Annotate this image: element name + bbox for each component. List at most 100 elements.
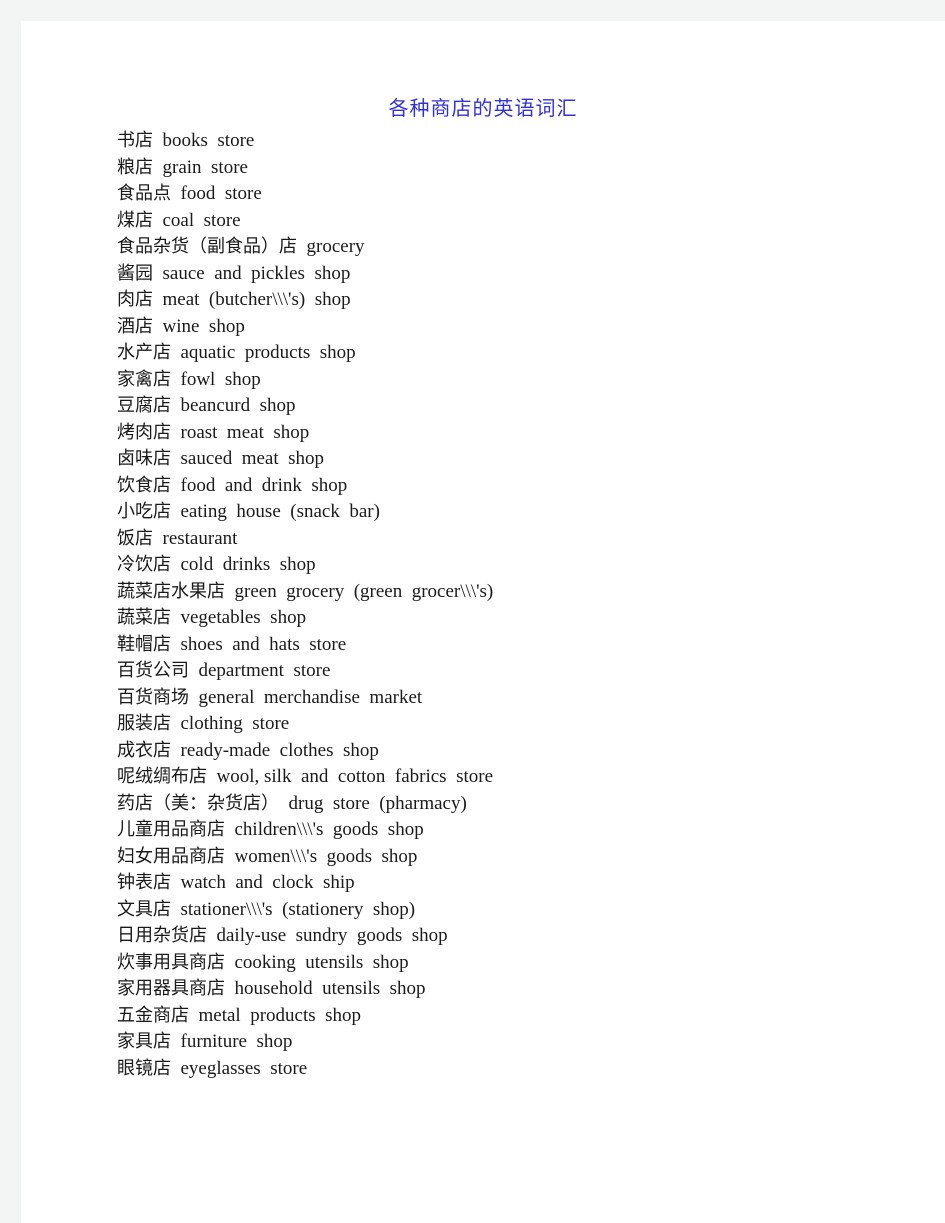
vocab-entry-chinese: 小吃店 xyxy=(117,501,171,522)
vocab-entry-english: general merchandise market xyxy=(198,686,423,708)
vocab-entry: 日用杂货店 daily-use sundry goods shop xyxy=(117,923,917,950)
vocab-entry: 粮店 grain store xyxy=(117,155,917,182)
vocab-entry: 冷饮店 cold drinks shop xyxy=(117,552,917,579)
vocab-entry: 食品杂货（副食品）店 grocery xyxy=(117,234,917,261)
vocab-entry-chinese: 炊事用具商店 xyxy=(117,951,225,973)
vocab-entry-chinese: 妇女用品商店 xyxy=(117,845,225,867)
vocab-entry: 成衣店 ready-made clothes shop xyxy=(117,738,917,765)
vocab-entry-english: ready-made clothes shop xyxy=(180,739,379,761)
vocab-entry-english: department store xyxy=(198,660,331,681)
vocab-entry-chinese: 日用杂货店 xyxy=(117,925,207,946)
vocab-entry-chinese: 家具店 xyxy=(117,1031,171,1052)
vocab-entry-chinese: 食品杂货（副食品）店 xyxy=(117,236,297,257)
vocab-entry-english: cooking utensils shop xyxy=(234,951,409,973)
vocab-entry-chinese: 百货公司 xyxy=(117,660,189,681)
vocab-entry-chinese: 成衣店 xyxy=(117,739,171,761)
vocab-entry: 烤肉店 roast meat shop xyxy=(117,420,917,447)
vocab-entry-english: watch and clock ship xyxy=(180,872,355,893)
vocab-entry-english: grocery xyxy=(306,236,365,257)
vocab-entry-chinese: 眼镜店 xyxy=(117,1057,171,1079)
vocab-entry: 豆腐店 beancurd shop xyxy=(117,393,917,420)
vocab-entry: 妇女用品商店 women\\\'s goods shop xyxy=(117,844,917,871)
vocab-entry: 儿童用品商店 children\\\'s goods shop xyxy=(117,817,917,844)
vocab-entry-chinese: 儿童用品商店 xyxy=(117,819,225,840)
vocab-entry: 饮食店 food and drink shop xyxy=(117,473,917,500)
vocab-entry: 蔬菜店水果店 green grocery (green grocer\\\'s) xyxy=(117,579,917,606)
vocab-entry-chinese: 蔬菜店 xyxy=(117,607,171,628)
vocab-entry-chinese: 鞋帽店 xyxy=(117,633,171,655)
vocab-entry-english: clothing store xyxy=(180,713,290,734)
vocab-entry-english: eyeglasses store xyxy=(180,1057,308,1079)
vocab-entry-chinese: 烤肉店 xyxy=(117,421,171,443)
vocab-entry-chinese: 家用器具商店 xyxy=(117,978,225,999)
vocab-entry-chinese: 蔬菜店水果店 xyxy=(117,580,225,602)
vocab-entry-chinese: 饭店 xyxy=(117,527,153,549)
vocab-entry: 蔬菜店 vegetables shop xyxy=(117,605,917,632)
page-title: 各种商店的英语词汇 xyxy=(388,98,578,120)
vocab-entry-english: fowl shop xyxy=(180,368,261,390)
vocab-entry: 炊事用具商店 cooking utensils shop xyxy=(117,950,917,977)
vocab-entry: 酱园 sauce and pickles shop xyxy=(117,261,917,288)
vocab-entry: 家用器具商店 household utensils shop xyxy=(117,976,917,1003)
vocab-entry-chinese: 卤味店 xyxy=(117,448,171,469)
vocab-entry: 呢绒绸布店 wool, silk and cotton fabrics stor… xyxy=(117,764,917,791)
vocab-entry: 文具店 stationer\\\'s (stationery shop) xyxy=(117,897,917,924)
vocab-entry-chinese: 呢绒绸布店 xyxy=(117,766,207,787)
vocab-entry-english: food and drink shop xyxy=(180,474,348,496)
vocab-entry-english: food store xyxy=(180,183,262,204)
vocab-entry-chinese: 书店 xyxy=(117,130,153,151)
vocab-entry-english: books store xyxy=(162,130,255,151)
vocab-entry-chinese: 钟表店 xyxy=(117,872,171,893)
vocab-entry: 酒店 wine shop xyxy=(117,314,917,341)
vocab-entry-chinese: 冷饮店 xyxy=(117,554,171,575)
vocab-entry: 肉店 meat (butcher\\\'s) shop xyxy=(117,287,917,314)
vocab-entry-chinese: 煤店 xyxy=(117,209,153,231)
vocab-entry-english: beancurd shop xyxy=(180,395,296,416)
vocab-entry-chinese: 家禽店 xyxy=(117,368,171,390)
vocab-entry-chinese: 药店（美：杂货店） xyxy=(117,792,279,814)
vocab-entry-english: drug store (pharmacy) xyxy=(288,792,467,814)
vocab-entry-english: stationer\\\'s (stationery shop) xyxy=(180,898,416,920)
vocab-entry-chinese: 酒店 xyxy=(117,315,153,337)
vocab-entry: 书店 books store xyxy=(117,128,917,155)
vocab-entry-english: sauced meat shop xyxy=(180,448,325,469)
vocab-entry-chinese: 服装店 xyxy=(117,713,171,734)
vocab-entry: 百货公司 department store xyxy=(117,658,917,685)
vocab-entry: 煤店 coal store xyxy=(117,208,917,235)
vocab-entry-chinese: 食品点 xyxy=(117,183,171,204)
vocab-entry-english: sauce and pickles shop xyxy=(162,262,351,284)
document-page: 各种商店的英语词汇 书店 books store 粮店 grain store 食品… xyxy=(21,21,945,1223)
scan-frame-top-margin xyxy=(0,0,945,21)
vocab-entry: 钟表店 watch and clock ship xyxy=(117,870,917,897)
vocab-entry-chinese: 豆腐店 xyxy=(117,395,171,416)
vocab-entry: 药店（美：杂货店） drug store (pharmacy) xyxy=(117,791,917,818)
vocab-entry-chinese: 五金商店 xyxy=(117,1004,189,1026)
vocab-entry-chinese: 酱园 xyxy=(117,262,153,284)
vocab-entry-english: vegetables shop xyxy=(180,607,307,628)
vocab-entry-english: women\\\'s goods shop xyxy=(234,845,418,867)
vocab-entry-chinese: 百货商场 xyxy=(117,686,189,708)
vocabulary-list: 书店 books store 粮店 grain store 食品点 food sto… xyxy=(117,128,917,1082)
vocab-entry-english: restaurant xyxy=(162,527,238,549)
vocab-entry-english: green grocery (green grocer\\\'s) xyxy=(234,580,494,602)
vocab-entry-english: roast meat shop xyxy=(180,421,310,443)
vocab-entry-english: furniture shop xyxy=(180,1031,293,1052)
vocab-entry-english: wine shop xyxy=(162,315,245,337)
vocab-entry-english: meat (butcher\\\'s) shop xyxy=(162,289,351,310)
vocab-entry: 家具店 furniture shop xyxy=(117,1029,917,1056)
vocab-entry: 百货商场 general merchandise market xyxy=(117,685,917,712)
vocab-entry-english: grain store xyxy=(162,156,248,178)
vocab-entry-english: children\\\'s goods shop xyxy=(234,819,424,840)
vocab-entry: 五金商店 metal products shop xyxy=(117,1003,917,1030)
vocab-entry: 眼镜店 eyeglasses store xyxy=(117,1056,917,1083)
vocab-entry: 饭店 restaurant xyxy=(117,526,917,553)
vocab-entry: 水产店 aquatic products shop xyxy=(117,340,917,367)
vocab-entry-chinese: 粮店 xyxy=(117,156,153,178)
vocab-entry: 家禽店 fowl shop xyxy=(117,367,917,394)
vocab-entry-english: metal products shop xyxy=(198,1004,362,1026)
vocab-entry-english: wool, silk and cotton fabrics store xyxy=(216,766,494,787)
vocab-entry-chinese: 文具店 xyxy=(117,898,171,920)
scan-frame-left-margin xyxy=(0,0,21,1223)
vocab-entry: 服装店 clothing store xyxy=(117,711,917,738)
vocab-entry: 鞋帽店 shoes and hats store xyxy=(117,632,917,659)
